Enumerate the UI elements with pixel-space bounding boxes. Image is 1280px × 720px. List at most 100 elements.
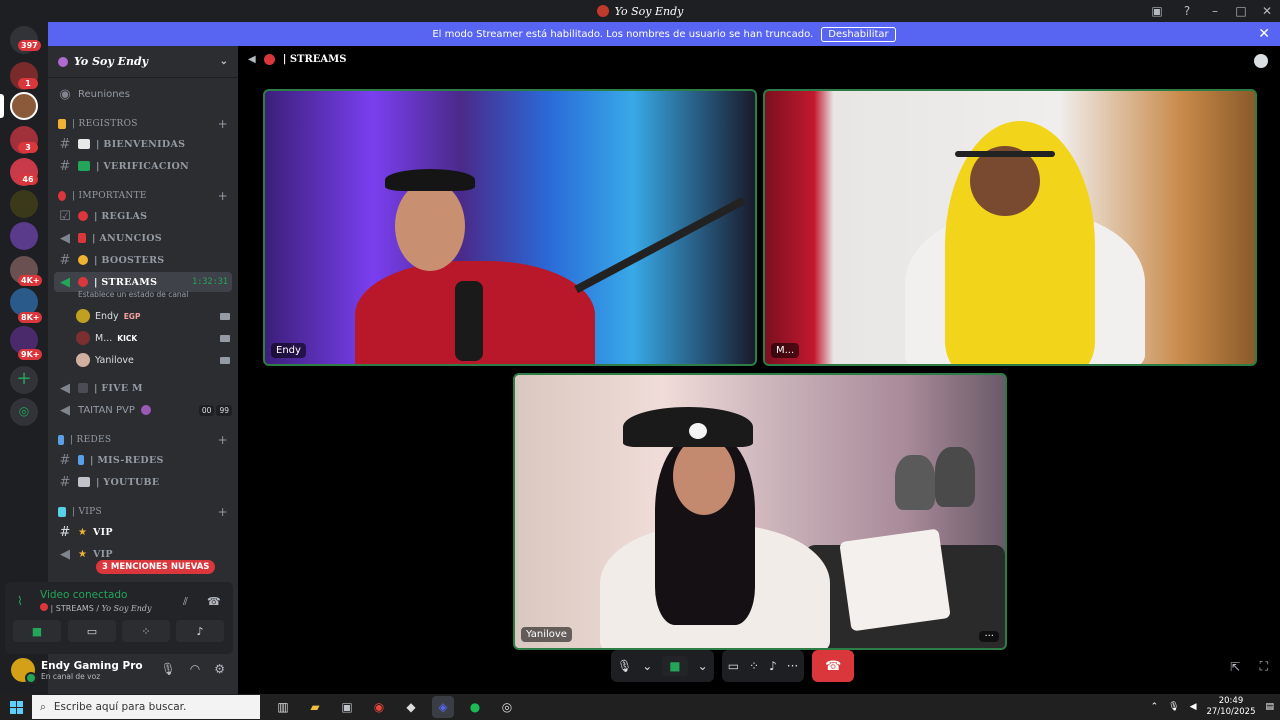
channel-youtube[interactable]: # | YOUTUBE	[54, 472, 232, 492]
file-explorer-icon[interactable]: ▰	[304, 696, 326, 718]
add-server-icon[interactable]: +	[10, 366, 38, 394]
hash-icon: #	[59, 136, 71, 152]
signal-icon[interactable]: ⌇	[17, 594, 23, 608]
screenshare-icon[interactable]: ▭	[728, 659, 739, 673]
more-options-icon[interactable]: ···	[787, 659, 798, 673]
server-icon-4[interactable]	[10, 190, 38, 218]
add-channel-icon[interactable]: +	[218, 433, 228, 447]
channel-bienvenidas[interactable]: # | BIENVENIDAS	[54, 134, 232, 154]
microphone-icon[interactable]: 🎙	[1168, 702, 1179, 712]
inbox-icon[interactable]: ▣	[1142, 0, 1172, 22]
voice-status[interactable]: Video conectado	[40, 589, 127, 601]
server-icon-active[interactable]	[10, 92, 38, 120]
avatar	[76, 353, 90, 367]
guild-icon	[58, 56, 68, 67]
video-tile-yanilove[interactable]: Yanilove ···	[513, 373, 1007, 650]
guild-header[interactable]: Yo Soy Endy ⌄	[48, 46, 238, 78]
voice-user-yanilove[interactable]: Yanilove	[76, 350, 230, 370]
channel-status-prompt[interactable]: Establece un estado de canal	[78, 290, 188, 299]
channel-vip-text[interactable]: # ★ VIP	[54, 522, 232, 542]
clock[interactable]: 20:49 27/10/2025	[1206, 696, 1255, 718]
chevron-down-icon[interactable]: ⌄	[642, 659, 652, 673]
checkmark-icon	[78, 161, 90, 171]
voice-user-m[interactable]: M... KICK	[76, 328, 230, 348]
gear-icon[interactable]: ⚙	[214, 662, 225, 676]
disable-streamer-button[interactable]: Deshabilitar	[821, 26, 896, 42]
disconnect-icon[interactable]: ☎	[207, 595, 221, 608]
headphones-icon[interactable]: ◠	[190, 662, 200, 676]
channel-label: VIP	[92, 526, 113, 538]
no-entry-icon	[78, 277, 88, 287]
server-icon-5[interactable]	[10, 222, 38, 250]
diamond-icon	[58, 507, 66, 517]
hang-up-button[interactable]: ☎	[812, 650, 855, 682]
user-avatar[interactable]	[11, 658, 37, 684]
minimize-button[interactable]: –	[1202, 0, 1228, 22]
channel-label: | STREAMS	[94, 276, 158, 288]
activities-icon[interactable]: ⁘	[749, 659, 759, 673]
close-banner-icon[interactable]: ✕	[1258, 26, 1270, 42]
user-limit: 99	[216, 404, 232, 416]
no-entry-icon	[58, 191, 66, 201]
voice-user-endy[interactable]: Endy EGP	[76, 306, 230, 326]
voice-channel-path[interactable]: | STREAMS / Yo Soy Endy	[40, 603, 152, 613]
add-channel-icon[interactable]: +	[218, 189, 228, 203]
chat-bubble-icon[interactable]	[1254, 54, 1268, 68]
help-icon[interactable]: ?	[1172, 0, 1202, 22]
category-vips[interactable]: | VIPS +	[54, 502, 232, 522]
chevron-down-icon[interactable]: ⌄	[698, 659, 708, 673]
mail-icon	[78, 139, 90, 149]
notifications-icon[interactable]: ▤	[1265, 702, 1274, 712]
explore-icon[interactable]: ◎	[10, 398, 38, 426]
new-mentions-pill[interactable]: 3 MENCIONES NUEVAS	[96, 560, 216, 574]
user-info[interactable]: Endy Gaming Pro En canal de voz	[35, 660, 143, 681]
add-channel-icon[interactable]: +	[218, 505, 228, 519]
category-redes[interactable]: | REDES +	[54, 430, 232, 450]
obs-icon[interactable]: ◎	[496, 696, 518, 718]
channel-anuncios[interactable]: ◀ | ANUNCIOS	[54, 228, 232, 248]
microphone-icon[interactable]: 🎙	[617, 659, 632, 673]
channel-reuniones[interactable]: ◉ Reuniones	[54, 84, 232, 104]
channel-boosters[interactable]: # | BOOSTERS	[54, 250, 232, 270]
channel-streams[interactable]: ◀ | STREAMS 1:32:31	[54, 272, 232, 292]
channel-label: | REGLAS	[94, 210, 148, 222]
maximize-button[interactable]: □	[1228, 0, 1254, 22]
activities-button[interactable]: ⁘	[122, 620, 170, 642]
category-importante[interactable]: | IMPORTANTE +	[54, 186, 232, 206]
noise-suppression-icon[interactable]: ⫽	[183, 595, 188, 609]
avatar	[76, 309, 90, 323]
channel-five-m[interactable]: ◀ | FIVE M	[54, 378, 232, 398]
windows-start-icon[interactable]	[0, 694, 32, 720]
microphone-icon[interactable]: 🎙	[161, 662, 176, 676]
channel-taitan-pvp[interactable]: ◀ TAITAN PVP 00 99	[54, 400, 232, 420]
screenshare-button[interactable]: ▭	[68, 620, 116, 642]
chrome-icon[interactable]: ◉	[368, 696, 390, 718]
tile-label: Endy	[271, 343, 306, 358]
soundboard-icon[interactable]: ♪	[769, 659, 777, 673]
close-window-button[interactable]: ✕	[1254, 0, 1280, 22]
category-registros[interactable]: | REGISTROS +	[54, 114, 232, 134]
camera-icon[interactable]: ■	[662, 656, 688, 676]
popout-icon[interactable]: ⇱	[1230, 660, 1240, 674]
tile-more-button[interactable]: ···	[979, 631, 999, 642]
store-icon[interactable]: ▣	[336, 696, 358, 718]
spotify-icon[interactable]: ●	[464, 696, 486, 718]
announcement-icon: ◀	[60, 230, 70, 246]
video-tile-m[interactable]: M...	[763, 89, 1257, 366]
add-channel-icon[interactable]: +	[218, 117, 228, 131]
channel-mis-redes[interactable]: # | MIS-REDES	[54, 450, 232, 470]
discord-icon[interactable]: ◈	[432, 696, 454, 718]
fullscreen-icon[interactable]: ⛶	[1260, 659, 1268, 674]
channel-verificacion[interactable]: # | VERIFICACION	[54, 156, 232, 176]
task-view-icon[interactable]: ▥	[272, 696, 294, 718]
video-tile-endy[interactable]: Endy	[263, 89, 757, 366]
streamer-mode-banner: El modo Streamer está habilitado. Los no…	[48, 22, 1280, 46]
volume-icon[interactable]: ◀	[1190, 702, 1197, 712]
camera-toggle-button[interactable]: ■	[13, 620, 61, 642]
soundboard-button[interactable]: ♪	[176, 620, 224, 642]
chevron-down-icon[interactable]: ⌄	[220, 56, 228, 67]
channel-reglas[interactable]: ☑ | REGLAS	[54, 206, 232, 226]
app-icon[interactable]: ◆	[400, 696, 422, 718]
chevron-up-icon[interactable]: ⌃	[1151, 702, 1159, 712]
taskbar-search[interactable]: ⌕ Escribe aquí para buscar.	[32, 695, 260, 719]
